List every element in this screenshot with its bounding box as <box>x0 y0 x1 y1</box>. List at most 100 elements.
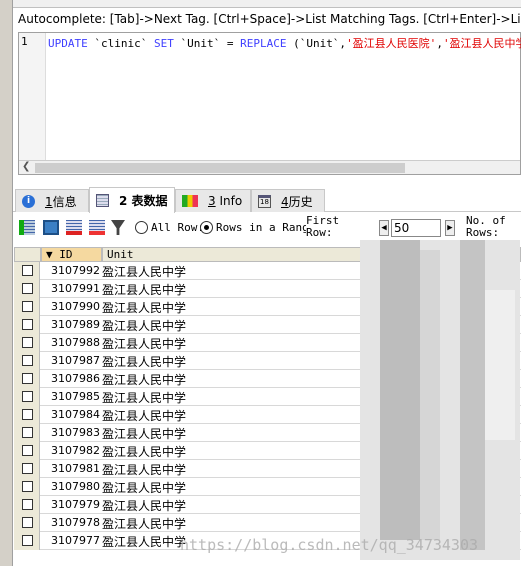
checkbox-icon[interactable] <box>22 535 33 546</box>
cell-id[interactable]: 3107991 <box>42 282 100 295</box>
first-row-increment[interactable]: ▶ <box>445 220 455 236</box>
checkbox-icon[interactable] <box>22 355 33 366</box>
cell-id[interactable]: 3107988 <box>42 336 100 349</box>
sql-string: '盈江县人民中学' <box>442 37 521 50</box>
filter-icon[interactable] <box>111 220 125 235</box>
cell-id[interactable]: 3107984 <box>42 408 100 421</box>
checkbox-icon[interactable] <box>22 409 33 420</box>
checkbox-icon[interactable] <box>22 517 33 528</box>
sql-code[interactable]: UPDATE `clinic` SET `Unit` = REPLACE (`U… <box>48 35 521 51</box>
tab-table-data[interactable]: 2 表数据 <box>89 187 175 213</box>
row-checkbox[interactable] <box>14 370 40 388</box>
tab-history[interactable]: 18 4历史 <box>251 189 325 212</box>
cell-unit[interactable]: 盈江县人民中学 <box>102 299 186 316</box>
autocomplete-hint: Autocomplete: [Tab]->Next Tag. [Ctrl+Spa… <box>18 12 521 26</box>
cell-id[interactable]: 3107981 <box>42 462 100 475</box>
cell-id[interactable]: 3107985 <box>42 390 100 403</box>
cell-id[interactable]: 3107980 <box>42 480 100 493</box>
tab-info[interactable]: i 1信息 <box>15 189 89 212</box>
row-checkbox[interactable] <box>14 298 40 316</box>
cell-unit[interactable]: 盈江县人民中学 <box>102 389 186 406</box>
checkbox-icon[interactable] <box>22 427 33 438</box>
watermark: https://blog.csdn.net/qq_34734303 <box>180 536 479 554</box>
tab-info-en[interactable]: 3 Info <box>175 189 251 212</box>
row-checkbox[interactable] <box>14 406 40 424</box>
save-icon[interactable] <box>43 220 59 235</box>
cell-id[interactable]: 3107978 <box>42 516 100 529</box>
checkbox-icon[interactable] <box>22 463 33 474</box>
row-checkbox[interactable] <box>14 532 40 550</box>
scroll-left-icon[interactable]: ❮ <box>22 161 30 172</box>
cell-id[interactable]: 3107977 <box>42 534 100 547</box>
all-rows-radio[interactable] <box>135 221 148 234</box>
cell-id[interactable]: 3107992 <box>42 264 100 277</box>
cell-unit[interactable]: 盈江县人民中学 <box>102 479 186 496</box>
cell-id[interactable]: 3107982 <box>42 444 100 457</box>
row-checkbox[interactable] <box>14 352 40 370</box>
tab-label: 信息 <box>52 194 77 209</box>
row-checkbox[interactable] <box>14 442 40 460</box>
row-checkbox[interactable] <box>14 478 40 496</box>
sql-text: , <box>436 37 443 50</box>
scroll-thumb[interactable] <box>35 163 405 173</box>
checkbox-icon[interactable] <box>22 319 33 330</box>
top-strip <box>13 0 521 8</box>
row-checkbox[interactable] <box>14 514 40 532</box>
checkbox-icon[interactable] <box>22 499 33 510</box>
sql-string: '盈江县人民医院' <box>346 37 437 50</box>
sql-editor[interactable]: 1 UPDATE `clinic` SET `Unit` = REPLACE (… <box>18 32 521 175</box>
kw-replace: REPLACE <box>240 37 287 50</box>
kw-set: SET <box>153 37 174 50</box>
horizontal-scrollbar[interactable]: ❮ <box>19 160 520 174</box>
cell-unit[interactable]: 盈江县人民中学 <box>102 533 186 550</box>
cell-unit[interactable]: 盈江县人民中学 <box>102 317 186 334</box>
select-all-header[interactable] <box>14 247 41 262</box>
first-row-input[interactable] <box>391 219 441 237</box>
cell-unit[interactable]: 盈江县人民中学 <box>102 407 186 424</box>
left-gutter <box>0 0 13 566</box>
checkbox-icon[interactable] <box>22 445 33 456</box>
cell-id[interactable]: 3107979 <box>42 498 100 511</box>
line-number: 1 <box>19 33 46 161</box>
column-label: ID <box>59 248 73 261</box>
row-checkbox[interactable] <box>14 496 40 514</box>
delete-row-icon[interactable] <box>66 220 82 235</box>
cell-unit[interactable]: 盈江县人民中学 <box>102 335 186 352</box>
row-checkbox[interactable] <box>14 280 40 298</box>
cell-id[interactable]: 3107983 <box>42 426 100 439</box>
delete-all-icon[interactable] <box>89 220 105 235</box>
calendar-icon: 18 <box>258 194 271 208</box>
rows-in-range-radio[interactable] <box>200 221 213 234</box>
cell-unit[interactable]: 盈江县人民中学 <box>102 263 186 280</box>
column-header-id[interactable]: ▼ ID <box>41 247 102 262</box>
cell-unit[interactable]: 盈江县人民中学 <box>102 425 186 442</box>
row-checkbox[interactable] <box>14 460 40 478</box>
checkbox-icon[interactable] <box>22 301 33 312</box>
row-checkbox[interactable] <box>14 424 40 442</box>
row-checkbox[interactable] <box>14 316 40 334</box>
cell-id[interactable]: 3107987 <box>42 354 100 367</box>
rows-in-range-label: Rows in a Rang <box>216 221 306 234</box>
first-row-decrement[interactable]: ◀ <box>379 220 389 236</box>
checkbox-icon[interactable] <box>22 283 33 294</box>
tab-label: 表数据 <box>131 194 168 208</box>
cell-unit[interactable]: 盈江县人民中学 <box>102 461 186 478</box>
checkbox-icon[interactable] <box>22 481 33 492</box>
cell-unit[interactable]: 盈江县人民中学 <box>102 371 186 388</box>
cell-unit[interactable]: 盈江县人民中学 <box>102 497 186 514</box>
cell-unit[interactable]: 盈江县人民中学 <box>102 353 186 370</box>
cell-id[interactable]: 3107990 <box>42 300 100 313</box>
checkbox-icon[interactable] <box>22 391 33 402</box>
cell-id[interactable]: 3107986 <box>42 372 100 385</box>
cell-unit[interactable]: 盈江县人民中学 <box>102 515 186 532</box>
cell-unit[interactable]: 盈江县人民中学 <box>102 443 186 460</box>
cell-unit[interactable]: 盈江县人民中学 <box>102 281 186 298</box>
row-checkbox[interactable] <box>14 262 40 280</box>
checkbox-icon[interactable] <box>22 337 33 348</box>
checkbox-icon[interactable] <box>22 373 33 384</box>
row-checkbox[interactable] <box>14 388 40 406</box>
checkbox-icon[interactable] <box>22 265 33 276</box>
row-checkbox[interactable] <box>14 334 40 352</box>
cell-id[interactable]: 3107989 <box>42 318 100 331</box>
insert-row-icon[interactable] <box>19 220 35 235</box>
